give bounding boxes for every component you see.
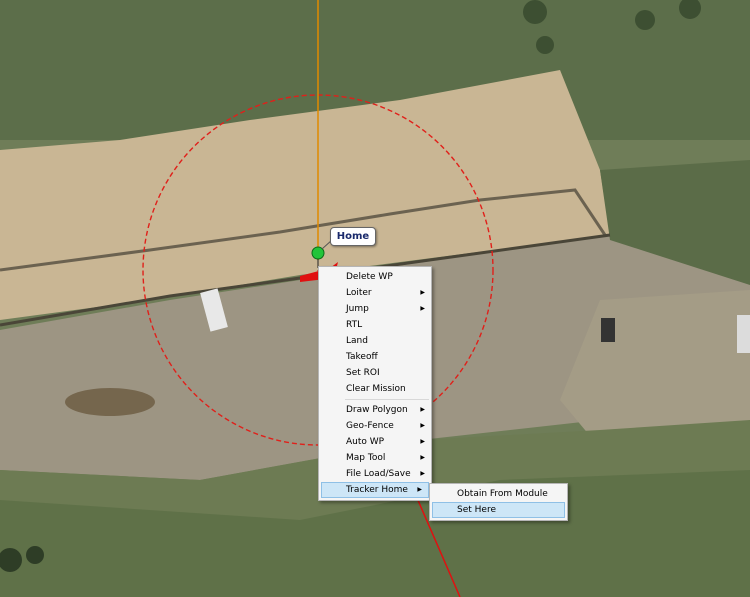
menu-item-set-here[interactable]: Set Here <box>432 502 565 518</box>
menu-item-rtl[interactable]: RTL <box>319 317 431 333</box>
menu-item-obtain-from-module[interactable]: Obtain From Module <box>430 486 567 502</box>
submenu-arrow-icon: ▶ <box>420 454 425 461</box>
submenu-arrow-icon: ▶ <box>420 470 425 477</box>
home-marker-label: Home <box>330 227 376 246</box>
menu-separator <box>345 399 429 400</box>
submenu-arrow-icon: ▶ <box>420 305 425 312</box>
tree <box>536 36 554 54</box>
menu-item-loiter[interactable]: Loiter ▶ <box>319 285 431 301</box>
submenu-arrow-icon: ▶ <box>420 289 425 296</box>
submenu-arrow-icon: ▶ <box>420 422 425 429</box>
menu-item-takeoff[interactable]: Takeoff <box>319 349 431 365</box>
menu-item-map-tool[interactable]: Map Tool ▶ <box>319 450 431 466</box>
tree <box>26 546 44 564</box>
tree <box>635 10 655 30</box>
menu-item-jump[interactable]: Jump ▶ <box>319 301 431 317</box>
menu-item-geo-fence[interactable]: Geo-Fence ▶ <box>319 418 431 434</box>
vehicle <box>601 318 615 342</box>
vehicle <box>737 315 750 353</box>
menu-item-set-roi[interactable]: Set ROI <box>319 365 431 381</box>
menu-item-delete-wp[interactable]: Delete WP <box>319 269 431 285</box>
menu-item-auto-wp[interactable]: Auto WP ▶ <box>319 434 431 450</box>
tracker-home-submenu: Obtain From Module Set Here <box>429 483 568 521</box>
submenu-arrow-icon: ▶ <box>420 406 425 413</box>
terrain-patch <box>65 388 155 416</box>
menu-item-draw-polygon[interactable]: Draw Polygon ▶ <box>319 402 431 418</box>
tree <box>523 0 547 24</box>
map-context-menu: Delete WP Loiter ▶ Jump ▶ RTL Land Takeoff… <box>318 266 432 501</box>
menu-item-clear-mission[interactable]: Clear Mission <box>319 381 431 397</box>
menu-item-land[interactable]: Land <box>319 333 431 349</box>
menu-item-file-load-save[interactable]: File Load/Save ▶ <box>319 466 431 482</box>
submenu-arrow-icon: ▶ <box>417 486 422 493</box>
menu-item-tracker-home[interactable]: Tracker Home ▶ <box>321 482 429 498</box>
submenu-arrow-icon: ▶ <box>420 438 425 445</box>
